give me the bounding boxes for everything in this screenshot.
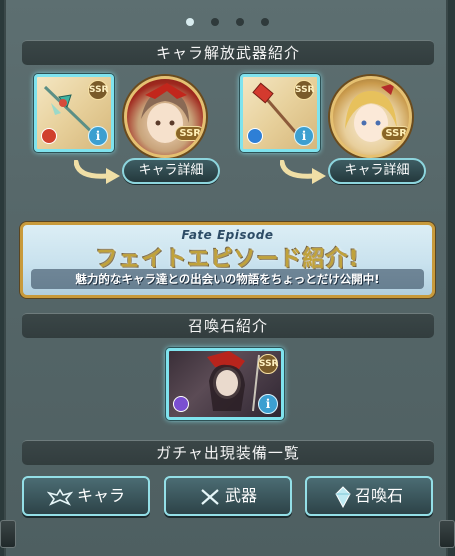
crossed-swords-icon [201,488,219,505]
banner-subtitle: Fate Episode [181,228,274,242]
fate-episode-banner[interactable]: Fate Episode フェイトエピソード紹介! 魅力的なキャラ達との出会いの… [20,222,435,298]
character-portrait-1[interactable]: SSR [124,76,206,158]
rarity-badge: SSR [88,80,109,100]
curved-arrow-icon [280,160,326,184]
character-detail-button-1[interactable]: キャラ詳細 [122,158,220,184]
tab-summon-button[interactable]: 召喚石 [305,476,433,516]
section-header-gacha: ガチャ出現装備一覧 [22,440,434,465]
rarity-badge: SSR [175,126,203,141]
rarity-badge: SSR [381,126,409,141]
curved-arrow-icon [74,160,120,184]
page-dot-3[interactable] [236,18,245,26]
info-icon[interactable]: i [294,126,314,146]
banner-description: 魅力的なキャラ達との出会いの物語をちょっとだけ公開中! [31,269,424,289]
tab-character-button[interactable]: キャラ [22,476,150,516]
tab-weapon-button[interactable]: 武器 [164,476,292,516]
section-header-summon: 召喚石紹介 [22,313,434,338]
frame-ornament-right [439,520,455,548]
element-water-icon [247,128,263,144]
character-portrait-2[interactable]: SSR [330,76,412,158]
page-dot-4[interactable] [261,18,270,26]
info-icon[interactable]: i [88,126,108,146]
pagination-dots [0,11,455,30]
weapon-card-1[interactable]: SSR i [34,74,114,152]
tab-character-label: キャラ [76,486,125,505]
character-avatar-icon [141,83,189,143]
weapon-card-2[interactable]: SSR i [240,74,320,152]
rarity-badge: SSR [294,80,315,100]
element-dark-icon [173,396,189,412]
crystal-icon [335,485,351,508]
tab-summon-label: 召喚石 [354,486,403,505]
section-header-weapons: キャラ解放武器紹介 [22,40,434,65]
element-fire-icon [41,128,57,144]
page-dot-2[interactable] [210,18,219,26]
rarity-badge: SSR [258,354,279,374]
frame-ornament-left [0,520,16,548]
tab-weapon-label: 武器 [224,486,257,505]
page-dot-1[interactable] [185,18,194,26]
summon-card[interactable]: SSR i [166,348,284,420]
info-icon[interactable]: i [258,394,278,414]
character-emblem-icon [46,487,74,506]
character-avatar-icon [345,83,397,142]
character-detail-button-2[interactable]: キャラ詳細 [328,158,426,184]
